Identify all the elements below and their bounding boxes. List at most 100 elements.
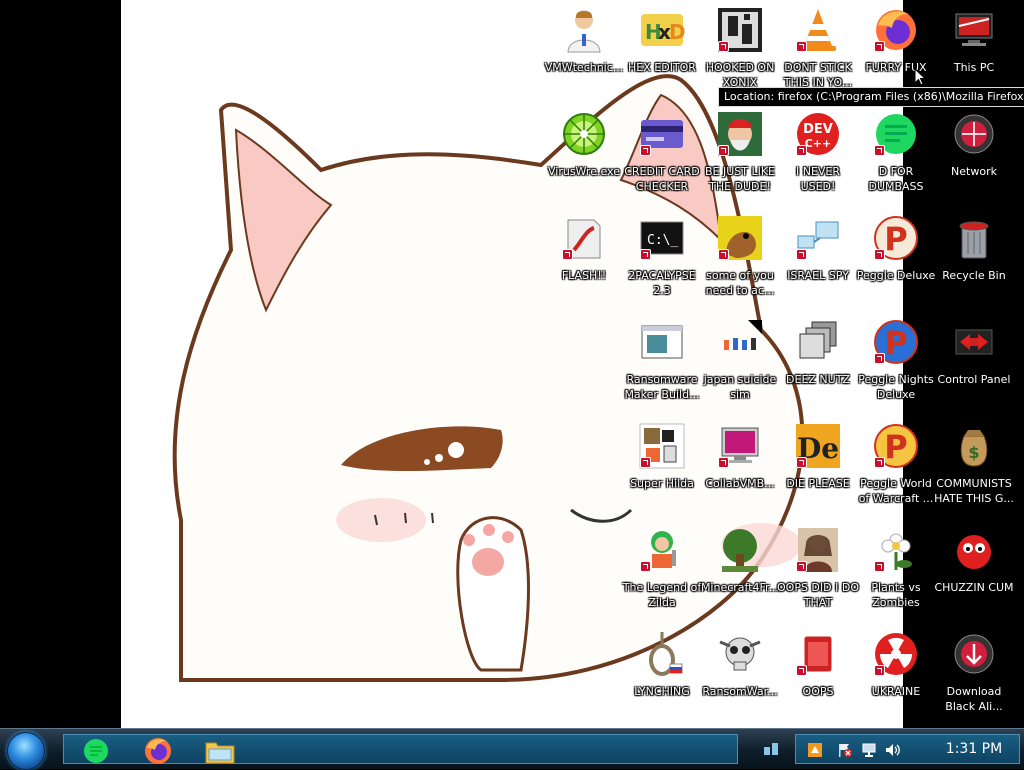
desktop-icon[interactable]: LYNCHING — [623, 630, 701, 730]
desktop-icon-label: COMMUNISTS HATE THIS G... — [934, 477, 1014, 505]
taskbar-firefox-button[interactable] — [140, 737, 176, 765]
shortcut-arrow-icon — [796, 457, 807, 468]
start-button[interactable] — [7, 732, 45, 770]
desktop-icon[interactable]: P Peggle Deluxe — [857, 214, 935, 314]
app-tray-button[interactable] — [806, 741, 824, 759]
shortcut-arrow-icon — [640, 249, 651, 260]
desktop-icon[interactable]: CREDIT CARD CHECKER — [623, 110, 701, 210]
green-notepad-icon — [872, 110, 920, 158]
system-tray: 1:31 PM — [795, 734, 1020, 764]
terminal-icon: C:\_ — [638, 214, 686, 262]
svg-text:C:\_: C:\_ — [647, 233, 678, 248]
shortcut-arrow-icon — [874, 41, 885, 52]
red-chuzzle-icon — [950, 526, 998, 574]
green-notepad-icon — [84, 739, 108, 763]
desktop-icon-label: Recycle Bin — [942, 269, 1006, 282]
desktop-icon-label: BE JUST LIKE THE DUDE! — [704, 165, 776, 193]
desktop-icon[interactable]: VMWtechnic... — [545, 6, 623, 106]
desktop-icon-label: FLASH!! — [561, 269, 607, 282]
recycle-bin-icon — [950, 214, 998, 262]
app-tray-icon — [808, 743, 822, 757]
desktop-icon[interactable]: ISRAEL SPY — [779, 214, 857, 314]
shortcut-arrow-icon — [718, 457, 729, 468]
shortcut-arrow-icon — [718, 249, 729, 260]
svg-text:P: P — [884, 220, 907, 258]
taskbar-explorer-button[interactable] — [202, 737, 238, 765]
desktop-icon[interactable]: The Legend of Zilda — [623, 526, 701, 626]
network-orb-icon — [950, 110, 998, 158]
desktop-icon[interactable]: De DIE PLEASE — [779, 422, 857, 522]
taskbar-task-area — [63, 734, 738, 764]
show-hidden-icons-button[interactable] — [757, 737, 785, 761]
desktop-icon-label: DONT STICK THIS IN YO... — [783, 61, 853, 89]
volume-icon — [886, 744, 900, 756]
shortcut-arrow-icon — [874, 145, 885, 156]
desktop-icon[interactable]: OOPS — [779, 630, 857, 730]
flash-icon — [560, 214, 608, 262]
taskbar-clock[interactable]: 1:31 PM — [934, 735, 1014, 763]
desktop-icon-label: Peggle Nights Deluxe — [858, 373, 934, 401]
desktop-icon[interactable]: DEV C++ I NEVER USED! — [779, 110, 857, 210]
desktop-icon-label: LYNCHING — [634, 685, 690, 698]
shortcut-arrow-icon — [796, 665, 807, 676]
desktop-icon[interactable]: Plants vs Zombies — [857, 526, 935, 626]
desktop-icon[interactable]: Control Panel — [935, 318, 1013, 418]
desktop-icon[interactable]: C:\_ 2PACALYPSE 2.3 — [623, 214, 701, 314]
svg-text:$: $ — [968, 443, 979, 462]
shortcut-arrow-icon — [640, 457, 651, 468]
app-window-icon — [638, 318, 686, 366]
desktop-icon[interactable]: P Peggle Nights Deluxe — [857, 318, 935, 418]
desktop-icon-label: CollabVMB... — [705, 477, 775, 490]
desktop-icon-label: UKRAINE — [871, 685, 921, 698]
desktop-icon[interactable]: CHUZZIN CUM — [934, 526, 1014, 626]
desktop-icon[interactable]: japan suicide sim — [701, 318, 779, 418]
hex-editor-icon: HxD — [638, 6, 686, 54]
desktop-icon[interactable]: CollabVMB... — [701, 422, 779, 522]
desktop-icon-label: CHUZZIN CUM — [934, 581, 1014, 594]
desktop-icon[interactable]: DEEZ NUTZ — [779, 318, 857, 418]
flower-icon — [872, 526, 920, 574]
desktop-icon-label: Download Black Ali... — [945, 685, 1003, 713]
desktop-icon-label: HEX EDITOR — [628, 61, 696, 74]
desktop-icon[interactable]: OOPS DID I DO THAT — [777, 526, 859, 626]
desktop-icon-label: ISRAEL SPY — [787, 269, 849, 282]
svg-text:P: P — [884, 324, 907, 362]
action-center-button[interactable] — [836, 741, 854, 759]
svg-text:C++: C++ — [805, 137, 832, 150]
svg-text:P: P — [884, 428, 907, 466]
desktop-icon[interactable]: D FOR DUMBASS — [857, 110, 935, 210]
peggle-wow-icon: P — [872, 422, 920, 470]
peggle-icon: P — [872, 214, 920, 262]
desktop-icon[interactable]: Minecraft4Fr... — [701, 526, 779, 626]
devcpp-icon: DEV C++ — [794, 110, 842, 158]
desktop-icon[interactable]: Recycle Bin — [935, 214, 1013, 314]
desktop-icon-label: Ransomware Maker Build... — [624, 373, 700, 401]
desktop-icon[interactable]: UKRAINE — [857, 630, 935, 730]
desktop-icon-label: Peggle World of Warcraft ... — [858, 477, 934, 505]
stacked-windows-icon — [794, 318, 842, 366]
desktop-icon[interactable]: Hx D HEX EDITOR — [623, 6, 701, 106]
desktop-icon[interactable]: Network — [935, 110, 1013, 210]
desktop-icon[interactable]: Ransomware Maker Build... — [623, 318, 701, 418]
desktop-icon[interactable]: $ COMMUNISTS HATE THIS G... — [934, 422, 1014, 522]
desktop-icon[interactable]: P Peggle World of Warcraft ... — [857, 422, 935, 522]
desktop-icon-label: Network — [951, 165, 997, 178]
money-bag-icon: $ — [950, 422, 998, 470]
volume-button[interactable] — [884, 741, 902, 759]
desktop-icon[interactable]: BE JUST LIKE THE DUDE! — [701, 110, 779, 210]
network-tray-icon — [862, 743, 876, 757]
svg-text:DEV: DEV — [803, 122, 833, 137]
network-tray-button[interactable] — [860, 741, 878, 759]
minecraft-tree-icon — [716, 526, 764, 574]
taskbar-notepad-button[interactable] — [78, 737, 114, 765]
desktop-icon[interactable]: Download Black Ali... — [935, 630, 1013, 730]
desktop-icon-label: 2PACALYPSE 2.3 — [628, 269, 696, 297]
desktop-icon-label: This PC — [953, 61, 995, 74]
desktop-icon-label: The Legend of Zilda — [622, 581, 702, 609]
desktop-icon[interactable]: some of you need to ac... — [701, 214, 779, 314]
desktop-icon[interactable]: FLASH!! — [545, 214, 623, 314]
folder-icon — [205, 742, 235, 764]
desktop-icon[interactable]: Super Hilda — [623, 422, 701, 522]
desktop-icon[interactable]: RansomWar... — [701, 630, 779, 730]
desktop-icon[interactable]: VirusWre.exe — [545, 110, 623, 210]
